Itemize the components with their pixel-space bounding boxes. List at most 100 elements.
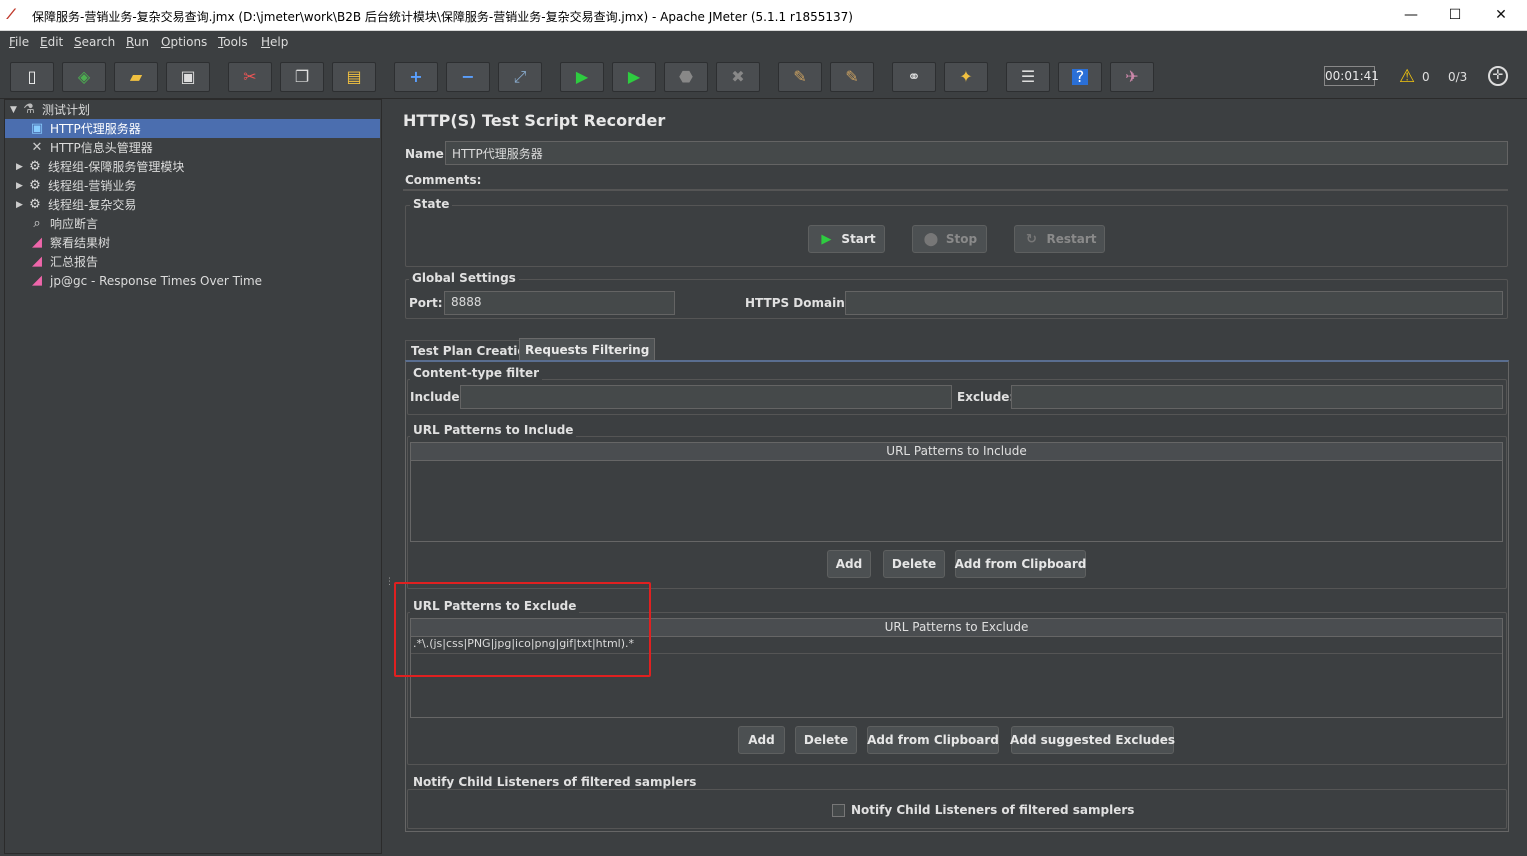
open-button[interactable]: ▰ [114, 62, 158, 92]
menu-help[interactable]: Help [261, 35, 288, 49]
chart-icon: ◢ [32, 254, 42, 269]
tree-item-proxy[interactable]: ▣ HTTP代理服务器 [28, 119, 141, 138]
templates-button[interactable]: ◈ [62, 62, 106, 92]
chart-icon: ◢ [32, 235, 42, 250]
tree-item-summary-report[interactable]: ◢ 汇总报告 [28, 252, 98, 271]
menu-file[interactable]: File [9, 35, 29, 49]
tree-item-header-manager[interactable]: ✕ HTTP信息头管理器 [28, 138, 153, 157]
tree-item-assertion[interactable]: ⌕ 响应断言 [28, 214, 98, 233]
https-domains-field[interactable] [845, 291, 1503, 315]
chart-icon: ◢ [32, 273, 42, 288]
stop-icon: ⬤ [923, 231, 939, 247]
notify-checkbox-label[interactable]: Notify Child Listeners of filtered sampl… [851, 803, 1134, 817]
https-domains-label: HTTPS Domains: [745, 296, 857, 310]
minimize-button[interactable]: — [1388, 4, 1434, 26]
paste-button[interactable]: ▤ [332, 62, 376, 92]
clear-all-button[interactable]: ✎ [830, 62, 874, 92]
include-add-from-clipboard-button[interactable]: Add from Clipboard [955, 550, 1086, 578]
gear-icon: ⚙ [29, 159, 41, 174]
tree-item-label: 汇总报告 [50, 255, 99, 269]
exclude-add-from-clipboard-button[interactable]: Add from Clipboard [867, 726, 999, 754]
tools-icon: ✕ [31, 140, 43, 155]
exclude-label: Exclude: [957, 390, 1015, 404]
tree-item-root[interactable]: ▼ ⚗ 测试计划 [10, 100, 90, 119]
port-label: Port: [409, 296, 443, 310]
exclude-add-button[interactable]: Add [738, 726, 785, 754]
copy-button[interactable]: ❐ [280, 62, 324, 92]
window-titlebar: ⁄ 保障服务-营销业务-复杂交易查询.jmx (D:\jmeter\work\B… [0, 0, 1527, 31]
include-patterns-title: URL Patterns to Include [410, 423, 577, 437]
play-icon: ▶ [575, 67, 589, 86]
remote-status-icon[interactable]: ✛ [1488, 66, 1508, 86]
stop-button[interactable]: ⬣ [664, 62, 708, 92]
menu-search[interactable]: Search [74, 35, 115, 49]
paste-icon: ▤ [346, 67, 362, 86]
tree-item-label: 测试计划 [42, 103, 91, 117]
shutdown-button[interactable]: ✖ [716, 62, 760, 92]
recorder-panel: HTTP(S) Test Script Recorder Name: HTTP代… [392, 99, 1523, 856]
tree-item-label: 线程组-复杂交易 [48, 198, 137, 212]
minus-icon: − [461, 67, 475, 86]
play-icon: ▶ [821, 231, 832, 247]
tree-item-threadgroup-1[interactable]: ▶ ⚙ 线程组-保障服务管理模块 [16, 157, 184, 176]
tree-item-results-tree[interactable]: ◢ 察看结果树 [28, 233, 110, 252]
exclude-delete-button[interactable]: Delete [795, 726, 857, 754]
split-pane-divider[interactable]: ⋮ [383, 99, 394, 856]
include-field[interactable] [460, 385, 952, 409]
toggle-button[interactable]: ⤢ [498, 62, 542, 92]
menu-options[interactable]: Options [161, 35, 207, 49]
stop-button[interactable]: ⬤ Stop [912, 225, 987, 253]
binoculars-icon: ⚭ [907, 67, 921, 86]
include-add-button[interactable]: Add [827, 550, 871, 578]
proxy-icon: ▣ [30, 121, 44, 136]
reset-search-icon: ✦ [959, 67, 973, 86]
search-button[interactable]: ⚭ [892, 62, 936, 92]
comments-field[interactable] [403, 189, 1508, 191]
expand-arrow-icon[interactable]: ▶ [16, 200, 26, 210]
help-button[interactable]: ? [1058, 62, 1102, 92]
expand-arrow-icon[interactable]: ▶ [16, 181, 26, 191]
name-label: Name: [405, 147, 449, 161]
expand-arrow-icon[interactable]: ▶ [16, 162, 26, 172]
save-button[interactable]: ▣ [166, 62, 210, 92]
window-title: 保障服务-营销业务-复杂交易查询.jmx (D:\jmeter\work\B2B… [32, 10, 853, 24]
start-no-timers-button[interactable]: ▶ [612, 62, 656, 92]
restart-button[interactable]: ↻ Restart [1014, 225, 1105, 253]
name-field[interactable]: HTTP代理服务器 [445, 141, 1508, 165]
tree-item-threadgroup-2[interactable]: ▶ ⚙ 线程组-营销业务 [16, 176, 136, 195]
templates-icon: ◈ [77, 67, 91, 86]
maximize-button[interactable]: ☐ [1432, 4, 1478, 26]
copy-icon: ❐ [294, 67, 310, 86]
notify-checkbox[interactable] [832, 804, 845, 817]
menu-run[interactable]: Run [126, 35, 149, 49]
add-suggested-excludes-button[interactable]: Add suggested Excludes [1010, 726, 1175, 754]
tab-requests-filtering[interactable]: Requests Filtering [519, 338, 656, 360]
new-file-icon: ▯ [27, 67, 37, 86]
reset-search-button[interactable]: ✦ [944, 62, 988, 92]
collapse-arrow-icon[interactable]: ▼ [10, 105, 20, 115]
collapse-all-button[interactable]: − [446, 62, 490, 92]
list-icon: ☰ [1020, 67, 1036, 86]
menu-edit[interactable]: Edit [40, 35, 63, 49]
cut-icon: ✂ [243, 67, 257, 86]
start-button[interactable]: ▶ [560, 62, 604, 92]
tree-item-threadgroup-3[interactable]: ▶ ⚙ 线程组-复杂交易 [16, 195, 136, 214]
port-field[interactable]: 8888 [444, 291, 675, 315]
global-settings-title: Global Settings [409, 271, 519, 285]
expand-all-button[interactable]: + [394, 62, 438, 92]
remote-button[interactable]: ✈ [1110, 62, 1154, 92]
exclude-field[interactable] [1011, 385, 1503, 409]
tree-item-response-times[interactable]: ◢ jp@gc - Response Times Over Time [28, 271, 262, 290]
function-helper-button[interactable]: ☰ [1006, 62, 1050, 92]
save-icon: ▣ [180, 67, 196, 86]
clear-button[interactable]: ✎ [778, 62, 822, 92]
warning-icon[interactable]: ⚠ [1399, 66, 1415, 87]
new-button[interactable]: ▯ [10, 62, 54, 92]
cut-button[interactable]: ✂ [228, 62, 272, 92]
include-patterns-table[interactable]: URL Patterns to Include [410, 442, 1503, 542]
include-delete-button[interactable]: Delete [883, 550, 945, 578]
menu-tools[interactable]: Tools [218, 35, 248, 49]
close-button[interactable]: ✕ [1478, 4, 1524, 26]
start-button[interactable]: ▶ Start [808, 225, 885, 253]
tree-item-label: 线程组-营销业务 [48, 179, 137, 193]
